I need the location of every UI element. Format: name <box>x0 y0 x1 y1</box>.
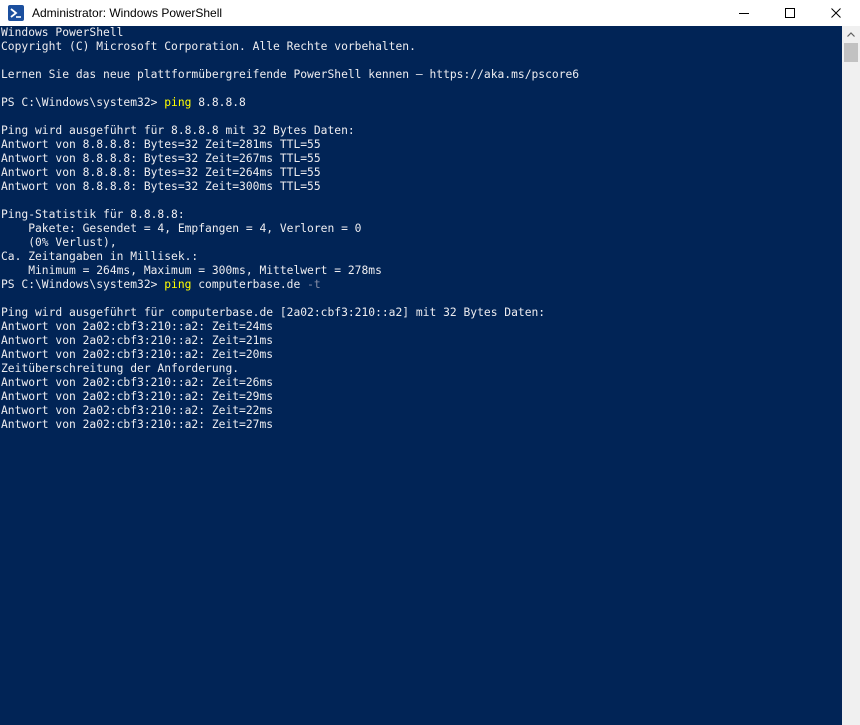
powershell-icon[interactable] <box>8 5 24 21</box>
command-args: 8.8.8.8 <box>191 96 246 109</box>
title-bar[interactable]: Administrator: Windows PowerShell <box>0 0 860 26</box>
console-output[interactable]: Windows PowerShell Copyright (C) Microso… <box>0 26 842 725</box>
console-line: Ping wird ausgeführt für computerbase.de… <box>1 306 546 319</box>
console-line: Pakete: Gesendet = 4, Empfangen = 4, Ver… <box>1 222 362 235</box>
console-line: Ping-Statistik für 8.8.8.8: <box>1 208 185 221</box>
command-args: computerbase.de <box>191 278 308 291</box>
console-line: (0% Verlust), <box>1 236 117 249</box>
prompt-line: PS C:\Windows\system32> ping 8.8.8.8 <box>1 96 246 110</box>
close-icon <box>831 8 841 18</box>
scroll-up-button[interactable] <box>842 26 860 43</box>
console-line: Antwort von 2a02:cbf3:210::a2: Zeit=26ms <box>1 376 274 389</box>
console-line: Minimum = 264ms, Maximum = 300ms, Mittel… <box>1 264 382 277</box>
console-line: Antwort von 2a02:cbf3:210::a2: Zeit=21ms <box>1 334 274 347</box>
minimize-icon <box>739 13 749 14</box>
maximize-button[interactable] <box>767 0 813 26</box>
command-name: ping <box>164 278 192 291</box>
minimize-button[interactable] <box>721 0 767 26</box>
vertical-scrollbar[interactable] <box>842 26 860 725</box>
console-line: Antwort von 8.8.8.8: Bytes=32 Zeit=281ms… <box>1 138 321 151</box>
powershell-window: Administrator: Windows PowerShell Window… <box>0 0 860 725</box>
prompt-text: PS C:\Windows\system32> <box>1 278 165 291</box>
console-line: Antwort von 8.8.8.8: Bytes=32 Zeit=267ms… <box>1 152 321 165</box>
scrollbar-thumb[interactable] <box>844 43 858 62</box>
console-line: Lernen Sie das neue plattformübergreifen… <box>1 68 580 81</box>
maximize-icon <box>785 8 795 18</box>
close-button[interactable] <box>813 0 859 26</box>
chevron-up-icon <box>847 32 855 37</box>
console-line: Windows PowerShell <box>1 26 124 39</box>
console-line: Antwort von 2a02:cbf3:210::a2: Zeit=22ms <box>1 404 274 417</box>
prompt-text: PS C:\Windows\system32> <box>1 96 165 109</box>
window-title: Administrator: Windows PowerShell <box>32 6 223 20</box>
console-line: Ping wird ausgeführt für 8.8.8.8 mit 32 … <box>1 124 355 137</box>
command-name: ping <box>164 96 192 109</box>
console-line: Antwort von 8.8.8.8: Bytes=32 Zeit=264ms… <box>1 166 321 179</box>
console-line: Antwort von 2a02:cbf3:210::a2: Zeit=29ms <box>1 390 274 403</box>
console-line: Antwort von 2a02:cbf3:210::a2: Zeit=20ms <box>1 348 274 361</box>
console-line: Antwort von 2a02:cbf3:210::a2: Zeit=24ms <box>1 320 274 333</box>
prompt-line: PS C:\Windows\system32> ping computerbas… <box>1 278 321 292</box>
console-line: Zeitüberschreitung der Anforderung. <box>1 362 240 375</box>
console-line: Ca. Zeitangaben in Millisek.: <box>1 250 199 263</box>
console-line: Antwort von 2a02:cbf3:210::a2: Zeit=27ms <box>1 418 274 431</box>
console-line: Copyright (C) Microsoft Corporation. All… <box>1 40 416 53</box>
console-line: Antwort von 8.8.8.8: Bytes=32 Zeit=300ms… <box>1 180 321 193</box>
command-parameter: -t <box>307 278 321 291</box>
